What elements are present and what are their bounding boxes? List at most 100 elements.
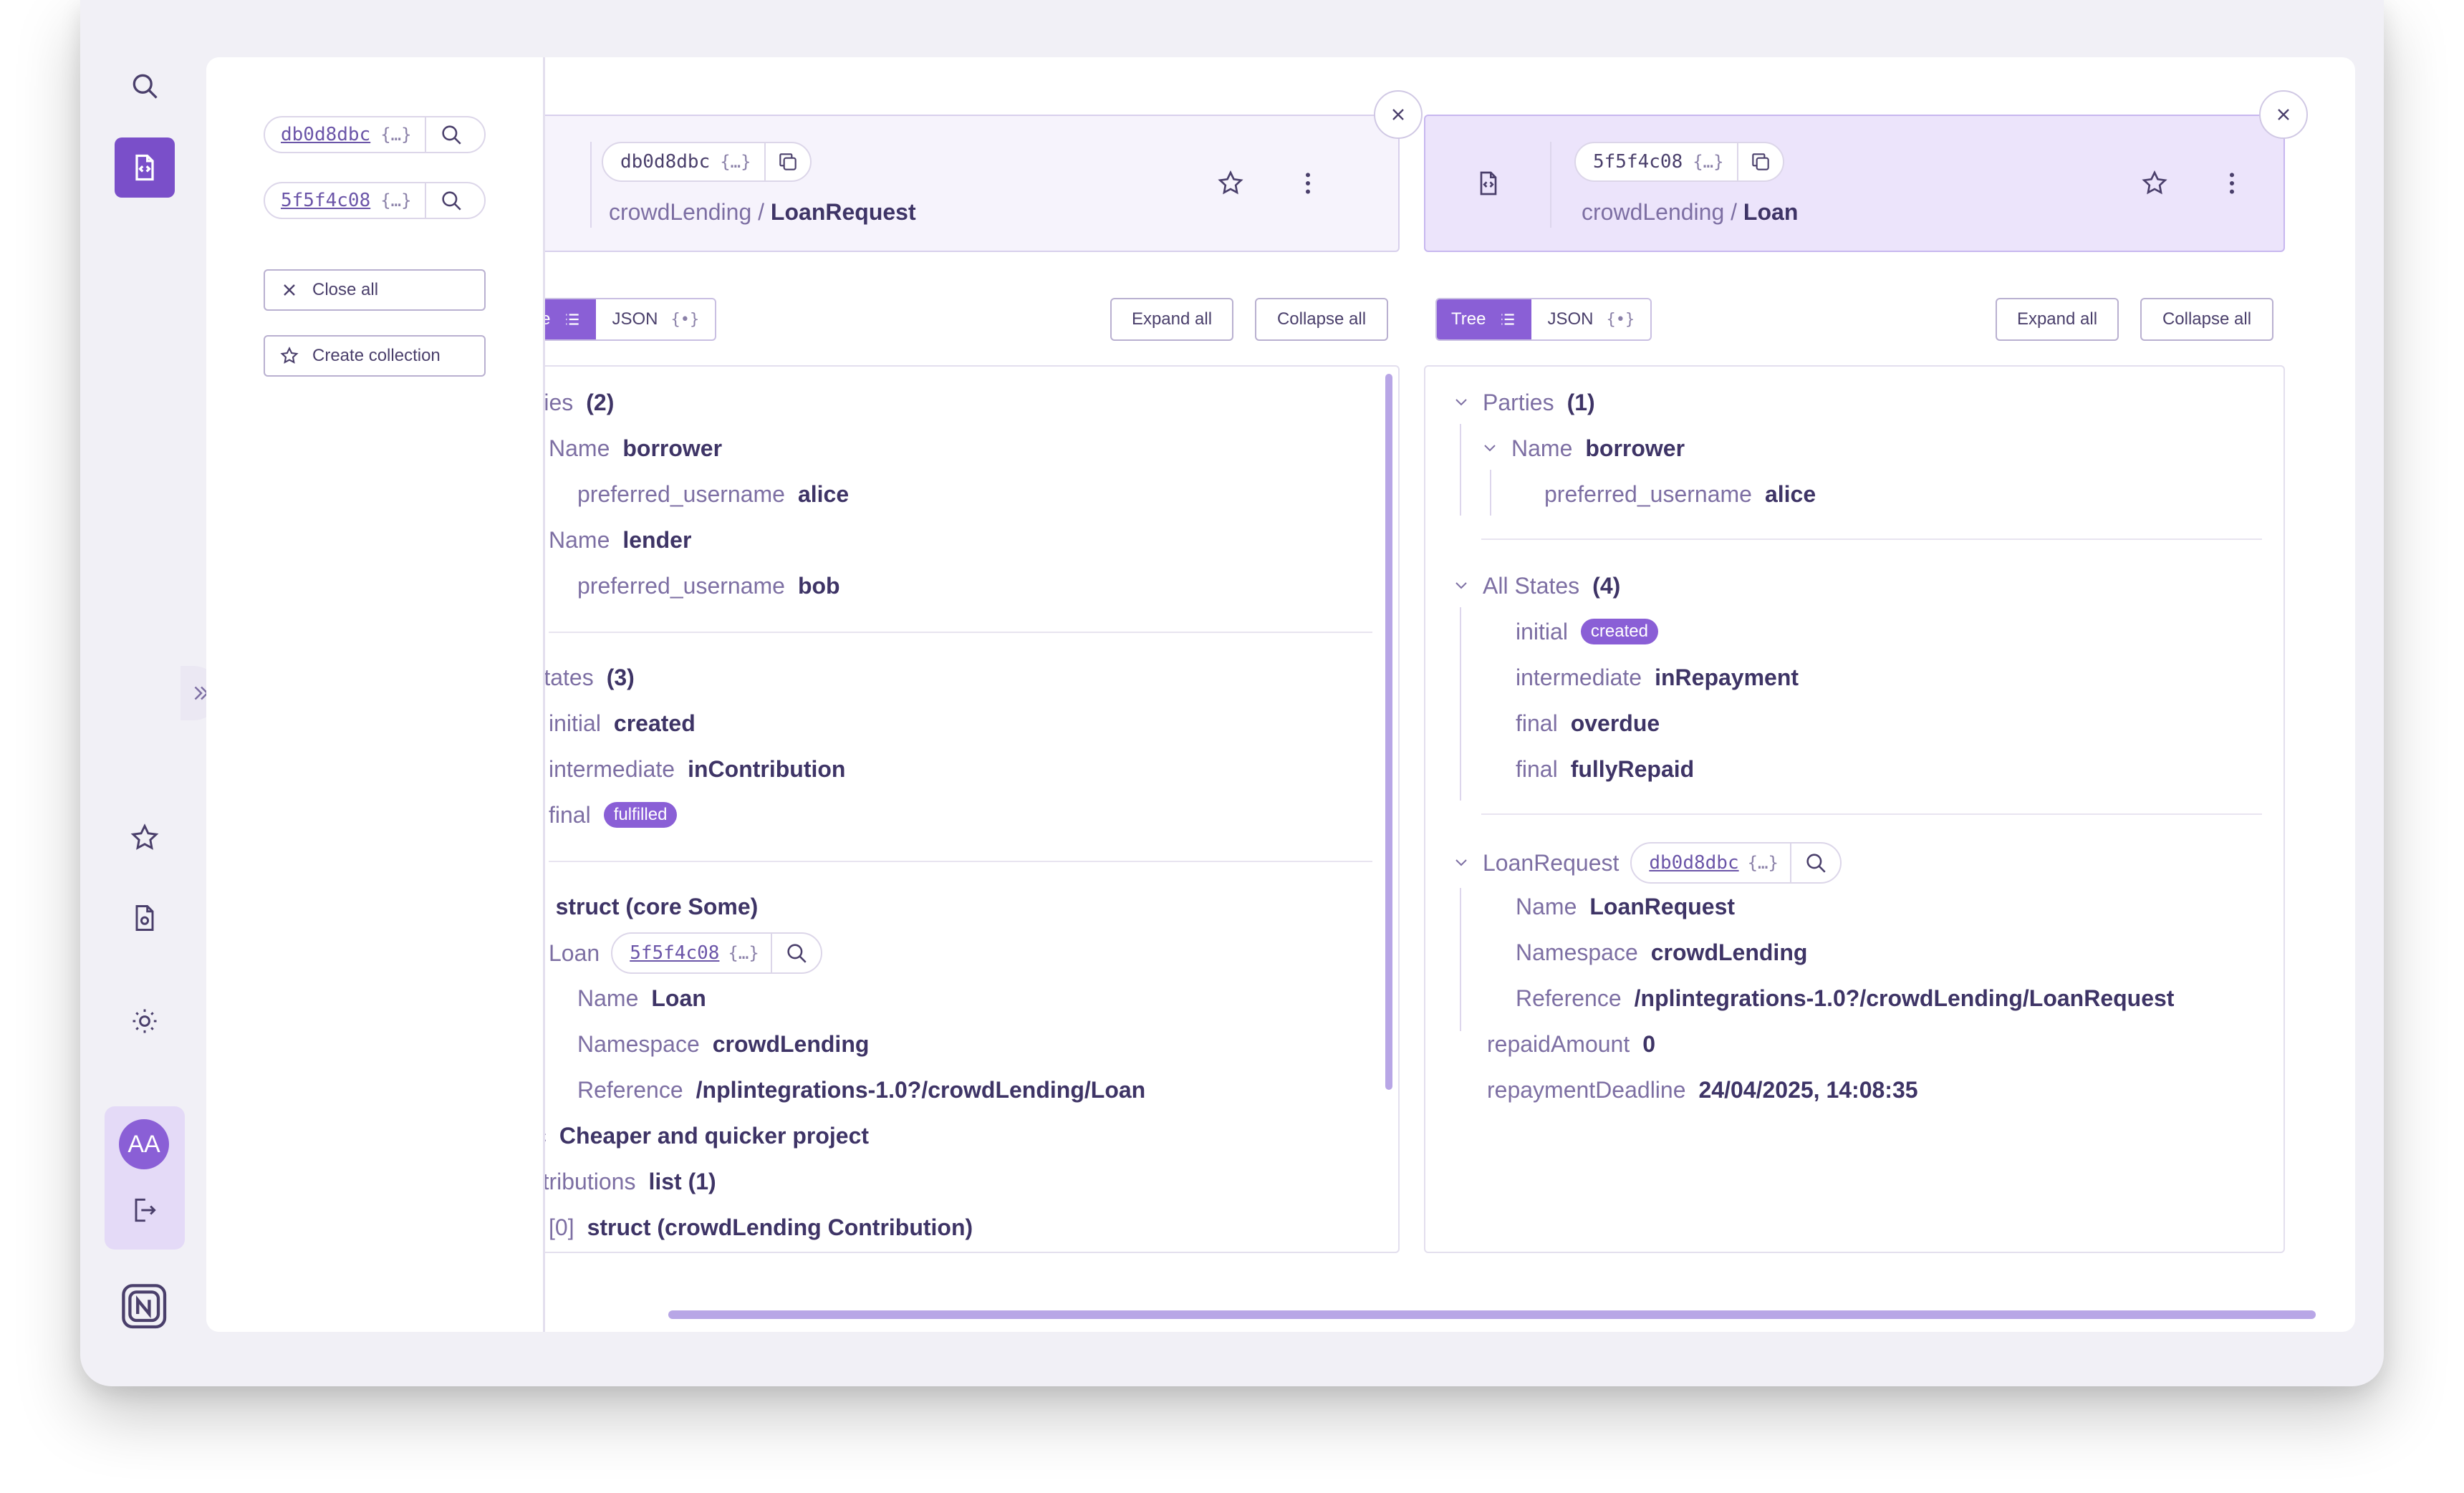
tree-field: Reference/nplintegrations-1.0?/crowdLend… — [1516, 985, 2175, 1011]
user-menu: AA — [105, 1106, 185, 1250]
nav-search-icon[interactable] — [115, 56, 175, 116]
open-protocol-chip[interactable]: db0d8dbc {…} — [264, 116, 486, 153]
avatar[interactable]: AA — [119, 1119, 169, 1169]
tree-field: intermediate inContribution — [549, 755, 846, 782]
protocol-reference-chip[interactable]: 5f5f4c08 {…} — [611, 932, 822, 974]
npl-logo-icon — [120, 1282, 171, 1333]
tree-field: picCheaper and quicker project — [517, 1122, 870, 1149]
tree-group-parties[interactable]: Parties (1) — [1453, 385, 1595, 420]
tree-group-states[interactable]: All States (4) — [1453, 569, 1620, 603]
collapse-all-button[interactable]: Collapse all — [2140, 298, 2273, 341]
more-options-icon[interactable] — [1286, 162, 1329, 205]
protocol-header: db0d8dbc {…} crowdLending / LoanRequest — [421, 115, 1400, 252]
close-icon — [284, 284, 295, 296]
expand-all-button[interactable]: Expand all — [1996, 298, 2119, 341]
close-all-button[interactable]: Close all — [264, 269, 486, 311]
chevron-down-icon[interactable] — [1453, 577, 1470, 594]
tree-view: Parties (1) Name borrower preferred_userna… — [1424, 365, 2285, 1253]
close-viewer-icon[interactable] — [1374, 90, 1423, 139]
tree-field: anstruct (core Some) — [517, 893, 759, 919]
nav-protocol-explorer-icon[interactable] — [115, 137, 175, 198]
more-options-icon[interactable] — [2210, 162, 2253, 205]
tree-field: preferred_username alice — [577, 480, 850, 507]
explorer-card: db0d8dbc {…} 5f5f4c08 {…} Close all Crea… — [206, 57, 2355, 1332]
chevron-down-icon[interactable] — [1453, 854, 1470, 871]
expand-all-button[interactable]: Expand all — [1110, 298, 1233, 341]
tree-field: final fullyRepaid — [1516, 755, 1695, 782]
current-state-badge: created — [1580, 619, 1658, 644]
chevron-down-icon[interactable] — [1453, 394, 1470, 411]
protocol-document-icon — [1467, 162, 1510, 205]
protocol-breadcrumb: crowdLending / LoanRequest — [609, 199, 916, 225]
copy-icon[interactable] — [766, 143, 810, 180]
create-collection-label: Create collection — [312, 346, 441, 365]
protocol-header: 5f5f4c08 {…} crowdLending / Loan — [1424, 115, 2285, 252]
tree-field: ontributions list (1) — [517, 1168, 716, 1194]
nav-favorites-star-icon[interactable] — [115, 808, 175, 868]
tree-field: Namespace crowdLending — [1516, 939, 1808, 965]
horizontal-scrollbar[interactable] — [668, 1310, 2316, 1319]
protocol-id: 5f5f4c08 — [1593, 151, 1683, 173]
tree-field: Name borrower — [549, 435, 723, 461]
collapse-all-button[interactable]: Collapse all — [1255, 298, 1388, 341]
tree-group-loanrequest[interactable]: LoanRequest db0d8dbc {…} — [1453, 842, 1842, 884]
protocol-reference-chip[interactable]: db0d8dbc {…} — [1630, 842, 1842, 884]
favorite-star-icon[interactable] — [1209, 162, 1252, 205]
nav-documents-icon[interactable] — [115, 888, 175, 948]
favorite-star-icon[interactable] — [2133, 162, 2176, 205]
protocol-suffix: {…} — [380, 183, 426, 218]
logout-icon[interactable] — [119, 1185, 169, 1235]
tree-field: initial created — [549, 710, 696, 736]
search-icon[interactable] — [426, 117, 476, 152]
search-icon[interactable] — [1791, 844, 1840, 882]
protocol-id-link[interactable]: 5f5f4c08 — [612, 934, 728, 972]
tree-field: initial created — [1516, 614, 1658, 649]
protocol-id-link[interactable]: db0d8dbc — [265, 117, 380, 152]
protocol-id: db0d8dbc — [620, 151, 711, 173]
protocol-id-chip: 5f5f4c08 {…} — [1574, 142, 1784, 182]
tree-view-tab[interactable]: Tree — [1437, 299, 1532, 339]
search-icon[interactable] — [426, 183, 476, 218]
vertical-scrollbar[interactable] — [1385, 374, 1392, 1090]
search-icon[interactable] — [772, 934, 821, 972]
tree-field: preferred_username bob — [577, 572, 840, 599]
tree-field: Name lender — [549, 526, 692, 553]
protocol-suffix: {…} — [1693, 143, 1738, 180]
tree-field: [0] struct (crowdLending Contribution) — [549, 1214, 973, 1240]
open-protocol-chip[interactable]: 5f5f4c08 {…} — [264, 182, 486, 219]
current-state-badge: fulfilled — [603, 802, 678, 828]
protocol-id-link[interactable]: db0d8dbc — [1632, 844, 1747, 882]
protocol-id-chip: db0d8dbc {…} — [602, 142, 812, 182]
protocol-breadcrumb: crowdLending / Loan — [1582, 199, 1799, 225]
protocol-suffix: {…} — [380, 117, 426, 152]
star-icon — [280, 347, 299, 364]
protocol-suffix: {…} — [720, 143, 766, 180]
create-collection-button[interactable]: Create collection — [264, 335, 486, 377]
tree-view: arties (2) Name borrower preferred_usernam… — [421, 365, 1400, 1253]
protocol-id-link[interactable]: 5f5f4c08 — [265, 183, 380, 218]
json-view-tab[interactable]: JSON {•} — [596, 299, 715, 339]
close-all-label: Close all — [312, 280, 379, 299]
tree-field: Reference/nplintegrations-1.0?/crowdLend… — [577, 1076, 1146, 1103]
tree-field: repaidAmount 0 — [1487, 1030, 1656, 1057]
tree-field: final overdue — [1516, 710, 1660, 736]
list-icon — [1501, 314, 1515, 325]
open-protocols-panel: db0d8dbc {…} 5f5f4c08 {…} Close all Crea… — [206, 57, 545, 1332]
list-icon — [566, 314, 579, 325]
protocol-viewer-loan: 5f5f4c08 {…} crowdLending / Loan Tree JS… — [1424, 57, 2355, 1332]
copy-icon[interactable] — [1738, 143, 1783, 180]
view-mode-toggle: Tree JSON{•} — [1435, 298, 1652, 341]
tree-field: Name Loan — [577, 985, 706, 1011]
json-view-tab[interactable]: JSON {•} — [1531, 299, 1650, 339]
tree-field-loan-ref: Loan 5f5f4c08 {…} — [549, 932, 822, 974]
tree-field: repaymentDeadline 24/04/2025, 14:08:35 — [1487, 1076, 1918, 1103]
tree-field: preferred_username alice — [1544, 480, 1816, 507]
tree-field: intermediate inRepayment — [1516, 664, 1799, 690]
app-window: AA db0d8dbc {…} 5f5f4c08 {…} Close all C… — [80, 0, 2384, 1386]
nav-theme-sun-icon[interactable] — [115, 991, 175, 1051]
tree-field: final fulfilled — [549, 798, 678, 832]
tree-group-party[interactable]: Name borrower — [1481, 431, 1685, 465]
close-viewer-icon[interactable] — [2259, 90, 2308, 139]
chevron-down-icon[interactable] — [1481, 440, 1498, 457]
tree-field: Name LoanRequest — [1516, 893, 1736, 919]
